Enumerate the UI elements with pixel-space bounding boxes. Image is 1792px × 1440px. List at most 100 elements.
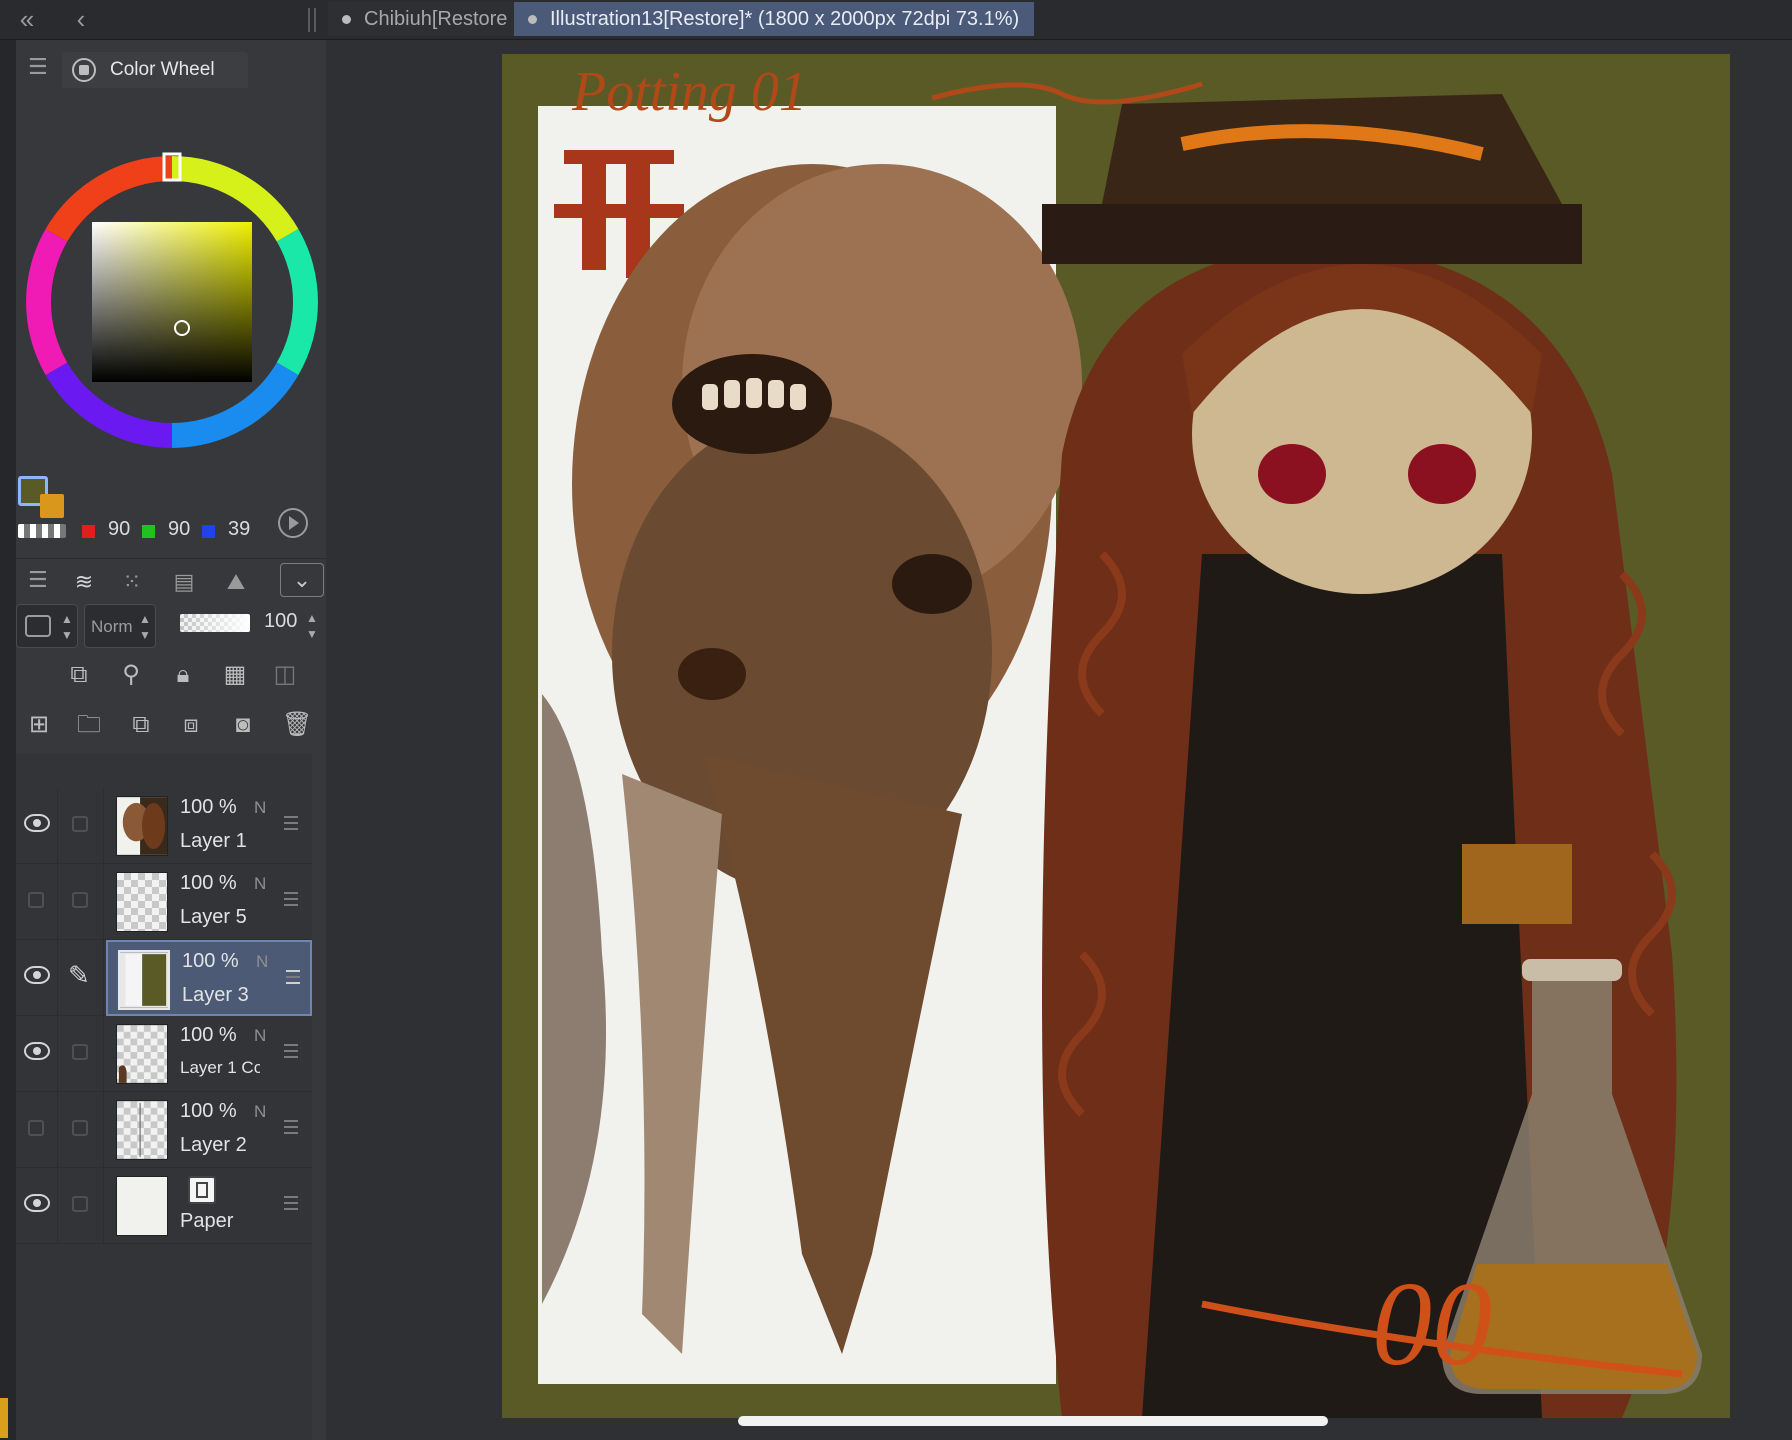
color-wheel-icon bbox=[72, 58, 96, 82]
visibility-toggle[interactable] bbox=[16, 1016, 58, 1092]
layer-thumbnail bbox=[118, 950, 170, 1010]
edit-toggle[interactable]: ✎ bbox=[58, 940, 104, 1016]
spinner-down-icon: ▼ bbox=[61, 628, 73, 642]
opacity-value[interactable]: 100 bbox=[264, 610, 297, 633]
red-value[interactable]: 90 bbox=[108, 518, 130, 541]
panel-menu-icon[interactable]: ☰ bbox=[28, 54, 48, 80]
layer-main-cell[interactable]: 100 % N Layer 1 bbox=[106, 788, 312, 864]
document-tab-bar: « ‹ Chibiuh[Restore Illustration13[Resto… bbox=[0, 0, 1792, 40]
document-tab-chibiuh[interactable]: Chibiuh[Restore bbox=[328, 2, 514, 36]
hidden-checkbox-icon bbox=[28, 1120, 44, 1136]
color-wheel-tab[interactable]: Color Wheel bbox=[62, 52, 248, 88]
illustration-canvas[interactable]: Potting 01 00 bbox=[502, 54, 1730, 1418]
back-button[interactable]: ‹ bbox=[66, 4, 96, 34]
layer-row-layer-1[interactable]: 100 % N Layer 1 bbox=[16, 788, 312, 864]
color-wheel[interactable] bbox=[20, 150, 324, 454]
layer-opacity: 100 % bbox=[180, 796, 237, 818]
color-indicator[interactable] bbox=[0, 1398, 8, 1438]
blue-value[interactable]: 39 bbox=[228, 518, 250, 541]
layer-row-layer-1-copy[interactable]: 100 % N Layer 1 Cop bbox=[16, 1016, 312, 1092]
layer-options-icon[interactable] bbox=[286, 970, 300, 984]
reference-layer-icon[interactable]: ⚲ bbox=[116, 660, 146, 690]
play-icon[interactable] bbox=[278, 508, 308, 538]
side-panel: ☰ Color Wheel 90 90 39 ☰ ≋ ⁙ ▤ ⛰ ⌄ ▲ ▼ N… bbox=[16, 40, 326, 1440]
blend-mode-value: Norm bbox=[91, 617, 133, 636]
layer-main-cell[interactable]: 100 % N Layer 5 bbox=[106, 864, 312, 940]
layer-name: Paper bbox=[180, 1210, 234, 1232]
header-scribble: Potting 01 bbox=[571, 61, 807, 123]
layer-options-icon[interactable] bbox=[284, 1044, 298, 1058]
layer-row-layer-5[interactable]: 100 % N Layer 5 bbox=[16, 864, 312, 940]
trash-icon[interactable]: 🗑︎ bbox=[282, 710, 312, 740]
chevron-down-icon[interactable]: ⌄ bbox=[280, 563, 324, 597]
blue-channel-icon bbox=[202, 525, 215, 538]
layer-options-icon[interactable] bbox=[284, 816, 298, 830]
layer-main-cell[interactable]: 100 % N Layer 2 bbox=[106, 1092, 312, 1168]
canvas-area[interactable]: Potting 01 00 bbox=[326, 40, 1792, 1440]
new-folder-icon[interactable]: 🗀︎ bbox=[74, 710, 104, 740]
layer-thumbnail bbox=[116, 1024, 168, 1084]
layers-tab-icon[interactable]: ≋ bbox=[64, 567, 104, 597]
layer-options-icon[interactable] bbox=[284, 892, 298, 906]
layer-panel-tabs: ☰ ≋ ⁙ ▤ ⛰ ⌄ bbox=[16, 558, 326, 598]
app-window: « ‹ Chibiuh[Restore Illustration13[Resto… bbox=[0, 0, 1792, 1440]
edit-toggle[interactable] bbox=[58, 788, 104, 864]
layer-type-select[interactable]: ▲ ▼ bbox=[16, 604, 78, 648]
layer-main-cell[interactable]: 100 % N Layer 1 Cop bbox=[106, 1016, 312, 1092]
merge-down-icon[interactable]: ⧈ bbox=[176, 710, 206, 740]
left-toolbar-strip bbox=[0, 40, 16, 1440]
opacity-slider[interactable] bbox=[180, 614, 250, 632]
layer-blend-mode: N bbox=[254, 1102, 267, 1121]
tab-grip-handle[interactable] bbox=[308, 8, 316, 32]
red-channel-icon bbox=[82, 525, 95, 538]
collapse-panels-button[interactable]: « bbox=[12, 4, 42, 34]
spinner-up-icon[interactable]: ▲ bbox=[306, 612, 318, 624]
signature: 00 bbox=[1372, 1257, 1492, 1390]
modified-dot-icon bbox=[528, 15, 537, 24]
edit-toggle[interactable] bbox=[58, 864, 104, 940]
layer-options-icon[interactable] bbox=[284, 1120, 298, 1134]
layer-row-paper[interactable]: Paper bbox=[16, 1168, 312, 1244]
edit-toggle[interactable] bbox=[58, 1016, 104, 1092]
checkbox-icon bbox=[72, 816, 88, 832]
visibility-toggle[interactable] bbox=[16, 1092, 58, 1168]
lock-transparency-icon[interactable]: ▦ bbox=[220, 660, 250, 690]
layer-opacity: 100 % bbox=[180, 1024, 237, 1046]
layer-options-icon[interactable] bbox=[284, 1196, 298, 1210]
tab-label: Illustration13[Restore]* (1800 x 2000px … bbox=[550, 8, 1020, 30]
layer-blend-mode: N bbox=[254, 1026, 267, 1045]
double-chevron-left-icon: « bbox=[19, 4, 35, 34]
hidden-checkbox-icon bbox=[28, 892, 44, 908]
layer-property-row: ▲ ▼ Norm ▲ ▼ 100 ▲ ▼ bbox=[16, 602, 326, 648]
visibility-toggle[interactable] bbox=[16, 788, 58, 864]
transparent-color-swatch[interactable] bbox=[18, 524, 66, 538]
edit-toggle[interactable] bbox=[58, 1092, 104, 1168]
layer-mask-icon[interactable]: ◙ bbox=[228, 710, 258, 740]
checkbox-icon bbox=[72, 892, 88, 908]
clip-to-layer-below-icon[interactable]: ⧉ bbox=[64, 660, 94, 690]
filmstrip-tab-icon[interactable]: ▤ bbox=[164, 567, 204, 597]
tab-label: Chibiuh[Restore bbox=[364, 8, 508, 30]
home-indicator-bar[interactable] bbox=[738, 1416, 1328, 1426]
visibility-toggle[interactable] bbox=[16, 940, 58, 1016]
visibility-toggle[interactable] bbox=[16, 864, 58, 940]
blend-mode-select[interactable]: Norm ▲ ▼ bbox=[84, 604, 156, 648]
copy-layer-icon[interactable]: ⧉ bbox=[126, 710, 156, 740]
document-tab-illustration13[interactable]: Illustration13[Restore]* (1800 x 2000px … bbox=[514, 2, 1034, 36]
mask-toggle-icon[interactable]: ◫ bbox=[270, 660, 300, 690]
layer-main-cell[interactable]: Paper bbox=[106, 1168, 312, 1244]
spinner-down-icon[interactable]: ▼ bbox=[306, 628, 318, 640]
layer-row-layer-3[interactable]: ✎ 100 % N Layer 3 bbox=[16, 940, 312, 1016]
layer-row-layer-2[interactable]: 100 % N Layer 2 bbox=[16, 1092, 312, 1168]
green-value[interactable]: 90 bbox=[168, 518, 190, 541]
new-raster-layer-icon[interactable]: ⊞ bbox=[24, 710, 54, 740]
panel-menu-icon[interactable]: ☰ bbox=[28, 567, 48, 593]
grid-tab-icon[interactable]: ⁙ bbox=[112, 567, 152, 597]
navigator-tab-icon[interactable]: ⛰ bbox=[216, 567, 256, 597]
layer-blend-mode: N bbox=[254, 874, 267, 893]
visibility-toggle[interactable] bbox=[16, 1168, 58, 1244]
sub-color-swatch[interactable] bbox=[40, 494, 64, 518]
edit-toggle[interactable] bbox=[58, 1168, 104, 1244]
lock-icon[interactable]: 🔒︎ bbox=[168, 660, 198, 690]
layer-main-cell[interactable]: 100 % N Layer 3 bbox=[106, 940, 312, 1016]
